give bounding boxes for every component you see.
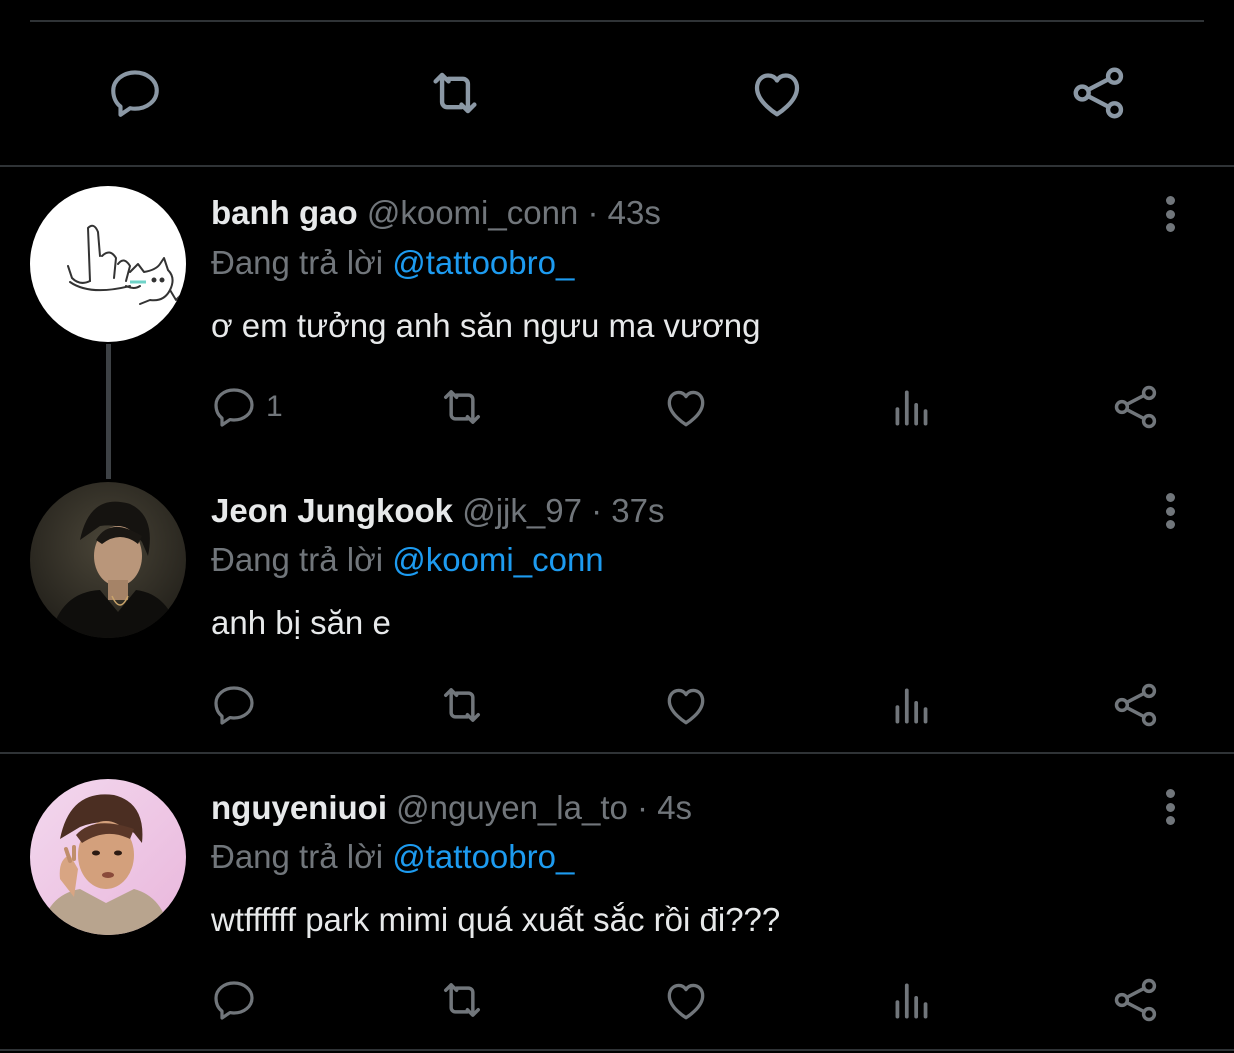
more-options-button[interactable] [1150, 190, 1190, 238]
more-dot-icon [1165, 816, 1175, 825]
handle[interactable]: @jjk_97 [462, 492, 582, 529]
replying-to: Đang trả lời @tattoobro_ [211, 243, 574, 283]
more-dot-icon [1165, 223, 1175, 232]
share-button[interactable] [1108, 380, 1164, 434]
divider [0, 165, 1234, 167]
like-button[interactable] [658, 678, 714, 732]
tweet-header: Jeon Jungkook @jjk_97 · 37s [211, 491, 665, 531]
analytics-icon [895, 983, 928, 1019]
like-button[interactable] [742, 62, 812, 124]
reply-count: 1 [266, 390, 283, 423]
retweet-button[interactable] [434, 973, 490, 1027]
share-icon [1114, 385, 1157, 429]
like-button[interactable] [658, 973, 714, 1027]
mention-link[interactable]: @tattoobro_ [392, 244, 574, 281]
mention-link[interactable]: @tattoobro_ [392, 838, 574, 875]
more-dot-icon [1165, 506, 1175, 516]
more-dot-icon [1165, 209, 1175, 219]
timestamp[interactable]: · 43s [587, 194, 660, 231]
reply-icon [111, 70, 159, 117]
retweet-button[interactable] [420, 62, 490, 124]
like-icon [754, 73, 800, 117]
mention-link[interactable]: @koomi_conn [392, 541, 603, 578]
share-icon [1073, 67, 1124, 119]
retweet-button[interactable] [434, 678, 490, 732]
divider [0, 752, 1234, 754]
retweet-button[interactable] [434, 380, 490, 434]
more-options-button[interactable] [1150, 487, 1190, 535]
timestamp[interactable]: · 4s [637, 789, 692, 826]
retweet-icon [444, 688, 480, 722]
like-icon [667, 983, 705, 1020]
tweet-header: nguyeniuoi @nguyen_la_to · 4s [211, 788, 692, 828]
reply-icon [214, 388, 254, 427]
retweet-icon [433, 72, 477, 114]
display-name[interactable]: banh gao [211, 194, 358, 231]
person-photo-avatar [30, 779, 186, 935]
replying-to-label: Đang trả lời [211, 838, 384, 875]
reply-button[interactable]: 1 [210, 380, 283, 434]
replying-to-label: Đang trả lời [211, 541, 384, 578]
share-button[interactable] [1064, 62, 1134, 124]
analytics-button[interactable] [884, 678, 940, 732]
analytics-button[interactable] [884, 973, 940, 1027]
cat-doodle-avatar [67, 224, 181, 305]
analytics-icon [895, 390, 928, 426]
timestamp[interactable]: · 37s [591, 492, 664, 529]
share-button[interactable] [1108, 678, 1164, 732]
replying-to: Đang trả lời @koomi_conn [211, 540, 604, 580]
replying-to: Đang trả lời @tattoobro_ [211, 837, 574, 877]
reply-button[interactable] [210, 678, 266, 732]
like-button[interactable] [658, 380, 714, 434]
reply-button[interactable] [100, 62, 170, 124]
more-dot-icon [1165, 802, 1175, 812]
more-dot-icon [1165, 493, 1175, 502]
reply-icon [214, 981, 254, 1020]
more-dot-icon [1165, 789, 1175, 798]
handle[interactable]: @nguyen_la_to [396, 789, 628, 826]
reply-button[interactable] [210, 973, 266, 1027]
like-icon [667, 688, 705, 725]
more-dot-icon [1165, 520, 1175, 529]
share-icon [1114, 683, 1157, 727]
tweet-header: banh gao @koomi_conn · 43s [211, 193, 661, 233]
analytics-icon [895, 688, 928, 724]
avatar[interactable] [30, 779, 186, 935]
person-photo-avatar [30, 482, 186, 638]
more-options-button[interactable] [1150, 783, 1190, 831]
tweet-text: wtffffff park mimi quá xuất sắc rồi đi??… [211, 901, 781, 938]
retweet-icon [444, 390, 480, 424]
share-icon [1114, 978, 1157, 1022]
handle[interactable]: @koomi_conn [367, 194, 578, 231]
reply-icon [214, 686, 254, 725]
display-name[interactable]: nguyeniuoi [211, 789, 387, 826]
more-dot-icon [1165, 196, 1175, 205]
like-icon [667, 390, 705, 427]
replying-to-label: Đang trả lời [211, 244, 384, 281]
tweet-text: anh bị săn e [211, 604, 391, 641]
share-button[interactable] [1108, 973, 1164, 1027]
avatar[interactable] [30, 482, 186, 638]
top-divider [30, 20, 1204, 22]
divider [0, 1049, 1234, 1051]
tweet-text: ơ em tưởng anh săn ngưu ma vương [211, 307, 761, 344]
analytics-button[interactable] [884, 380, 940, 434]
retweet-icon [444, 983, 480, 1017]
thread-line [106, 344, 111, 479]
display-name[interactable]: Jeon Jungkook [211, 492, 453, 529]
avatar[interactable] [30, 186, 186, 342]
